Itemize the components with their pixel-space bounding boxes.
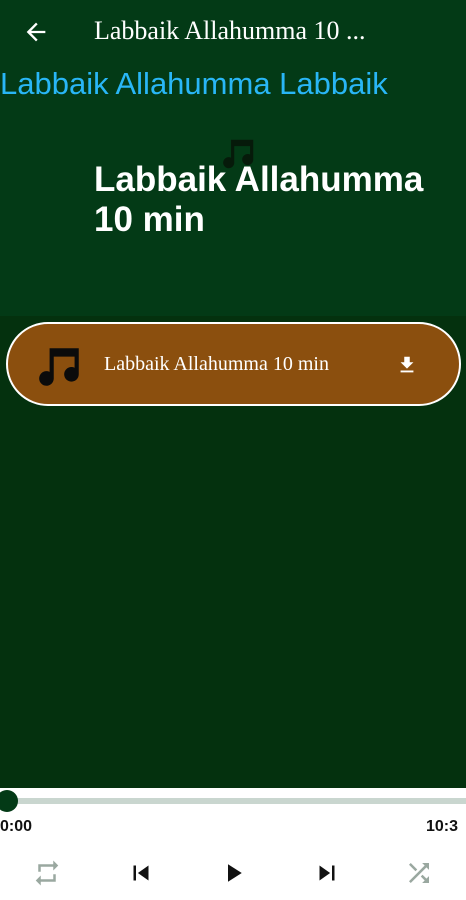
skip-next-icon [319, 865, 335, 881]
previous-button[interactable] [126, 858, 156, 888]
player-bar: 0:00 10:3 [0, 788, 466, 900]
shuffle-button[interactable] [404, 858, 434, 888]
track-list: Labbaik Allahumma 10 min [0, 316, 466, 788]
marquee-title: Labbaik Allahumma Labbaik [0, 66, 388, 101]
track-label: Labbaik Allahumma 10 min [104, 353, 329, 375]
now-playing-header: Labbaik Allahumma Labbaik Labbaik Allahu… [0, 62, 466, 316]
repeat-icon [35, 860, 59, 886]
track-title: Labbaik Allahumma 10 min [94, 160, 424, 239]
shuffle-icon [409, 863, 429, 883]
app-bar-title: Labbaik Allahumma 10 ... [94, 16, 366, 45]
app-bar: Labbaik Allahumma 10 ... [0, 0, 466, 62]
skip-previous-icon [133, 865, 149, 881]
list-item[interactable]: Labbaik Allahumma 10 min [6, 322, 461, 406]
repeat-button[interactable] [32, 858, 62, 888]
music-note-icon [34, 342, 86, 392]
play-icon [228, 864, 242, 882]
seek-thumb[interactable] [0, 790, 18, 812]
seek-bar[interactable] [6, 798, 466, 804]
download-icon [400, 356, 414, 373]
current-time: 0:00 [0, 818, 33, 835]
download-button[interactable] [396, 354, 418, 376]
play-button[interactable] [218, 858, 248, 888]
total-time: 10:3 [426, 818, 459, 835]
arrow-left-icon [26, 22, 46, 42]
next-button[interactable] [312, 858, 342, 888]
back-button[interactable] [22, 18, 50, 46]
